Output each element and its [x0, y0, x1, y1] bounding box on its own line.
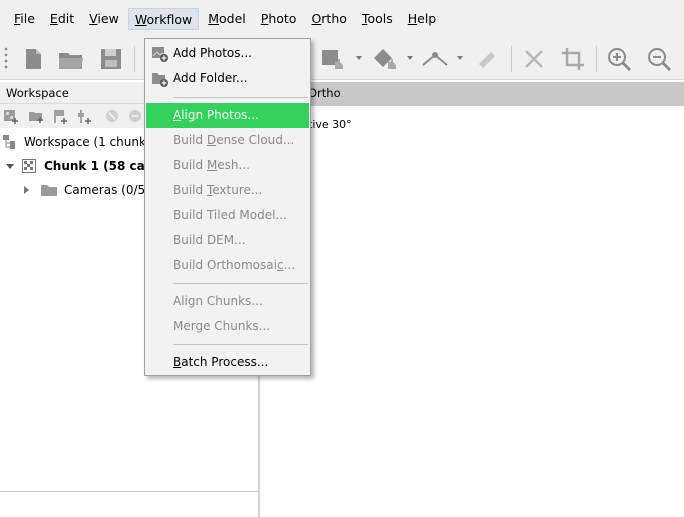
workflow-dropdown-menu: Add Photos... Add Folder... Align Photos…	[144, 38, 311, 376]
menu-item-build-tiled-model[interactable]: Build Tiled Model...	[146, 203, 309, 228]
align-photos-label: lign Photos...	[181, 108, 259, 122]
batch-process-mnemonic: B	[173, 355, 182, 369]
menu-edit-label: dit	[57, 11, 75, 26]
menu-model-label: odel	[219, 11, 246, 26]
build-dem-label: Build DEM...	[173, 233, 246, 247]
main-toolbar	[0, 38, 684, 80]
build-dense-cloud-label-rest: ense Cloud...	[216, 133, 295, 147]
view-tab-bar: Ortho	[260, 82, 684, 106]
shape-select-icon[interactable]	[318, 44, 348, 74]
add-folder-icon	[152, 73, 168, 87]
chevron-down-icon[interactable]	[457, 56, 463, 60]
tab-ortho[interactable]: Ortho	[308, 86, 341, 100]
menu-help-mnemonic: H	[407, 11, 418, 26]
zoom-in-icon[interactable]	[604, 44, 634, 74]
add-marker-icon[interactable]	[52, 108, 68, 124]
view-perspective-label: tive 30°	[308, 118, 352, 131]
menu-workflow-label: orkflow	[146, 12, 193, 27]
chevron-down-icon[interactable]	[407, 56, 413, 60]
menu-view[interactable]: View	[83, 8, 125, 30]
build-orthomosaic-mnemonic: c	[276, 258, 284, 272]
chunk-grid-icon	[22, 159, 36, 173]
add-photos-label: Add Photos...	[173, 46, 252, 60]
align-photos-mnemonic: A	[173, 108, 182, 122]
menu-separator	[173, 97, 308, 98]
menu-workflow[interactable]: Workflow	[127, 8, 200, 30]
build-texture-label-rest: exture...	[212, 183, 263, 197]
menu-item-build-mesh[interactable]: Build Mesh...	[146, 153, 309, 178]
menu-view-label: iew	[97, 11, 119, 26]
new-document-icon[interactable]	[18, 44, 48, 74]
toolbar-separator	[511, 46, 512, 72]
build-orthomosaic-label-rest: ...	[283, 258, 296, 272]
menu-ortho[interactable]: Ortho	[305, 8, 352, 30]
build-mesh-mnemonic: M	[206, 158, 218, 172]
disable-item-icon[interactable]	[104, 108, 120, 124]
menu-tools-label: ools	[367, 11, 393, 26]
menu-photo-label: hoto	[268, 11, 297, 26]
align-chunks-label: Align Chunks...	[173, 294, 263, 308]
menu-edit[interactable]: Edit	[44, 8, 80, 30]
menu-model[interactable]: Model	[202, 8, 252, 30]
zoom-out-icon[interactable]	[644, 44, 674, 74]
menu-bar: File Edit View Workflow Model Photo Orth…	[0, 0, 684, 38]
menu-workflow-mnemonic: W	[134, 12, 147, 27]
build-dense-cloud-label: Build	[173, 133, 207, 147]
ortho-view[interactable]: tive 30°	[260, 106, 684, 517]
build-texture-label: Build	[173, 183, 207, 197]
fill-shape-icon[interactable]	[370, 44, 400, 74]
menu-help[interactable]: Help	[402, 8, 443, 30]
add-folder-label: Add Folder...	[173, 71, 248, 85]
add-scalebar-icon[interactable]	[76, 108, 92, 124]
polyline-draw-icon[interactable]	[420, 44, 450, 74]
merge-chunks-label: Merge Chunks...	[173, 319, 271, 333]
menu-item-build-dem[interactable]: Build DEM...	[146, 228, 309, 253]
save-disk-icon[interactable]	[96, 44, 126, 74]
menu-ortho-label: rtho	[321, 11, 347, 26]
menu-help-label: elp	[417, 11, 437, 26]
chevron-down-icon[interactable]	[356, 56, 362, 60]
build-dense-cloud-mnemonic: D	[206, 133, 217, 147]
menu-item-build-orthomosaic[interactable]: Build Orthomosaic...	[146, 253, 309, 278]
menu-item-merge-chunks[interactable]: Merge Chunks...	[146, 314, 309, 339]
delete-x-icon[interactable]	[519, 44, 549, 74]
toolbar-separator	[596, 46, 597, 72]
menu-model-mnemonic: M	[208, 11, 220, 26]
menu-tools[interactable]: Tools	[356, 8, 399, 30]
menu-photo[interactable]: Photo	[255, 8, 303, 30]
menu-separator	[173, 283, 308, 284]
menu-file-label: ile	[20, 11, 35, 26]
menu-edit-mnemonic: E	[49, 11, 58, 26]
expand-arrow-right-icon[interactable]	[24, 186, 29, 194]
add-photos-folder-icon[interactable]	[28, 108, 44, 124]
menu-item-batch-process[interactable]: Batch Process...	[146, 350, 309, 375]
toolbar-separator	[134, 46, 135, 72]
expand-arrow-down-icon[interactable]	[6, 164, 14, 169]
batch-process-label: atch Process...	[181, 355, 269, 369]
open-folder-icon[interactable]	[56, 44, 86, 74]
folder-icon	[41, 185, 57, 196]
menu-item-build-dense-cloud[interactable]: Build Dense Cloud...	[146, 128, 309, 153]
build-mesh-label-rest: esh...	[217, 158, 250, 172]
menu-item-add-folder[interactable]: Add Folder...	[146, 66, 309, 91]
ruler-icon[interactable]	[472, 44, 502, 74]
menu-item-add-photos[interactable]: Add Photos...	[146, 41, 309, 66]
remove-item-icon[interactable]	[127, 108, 143, 124]
add-chunk-icon[interactable]	[3, 108, 19, 124]
build-tiled-model-label: Build Tiled Model...	[173, 208, 287, 222]
menu-ortho-mnemonic: O	[311, 11, 322, 26]
panel-divider	[0, 491, 258, 492]
workspace-tree-icon	[3, 135, 15, 149]
toolbar-grip-handle[interactable]	[4, 46, 8, 72]
menu-separator	[173, 344, 308, 345]
build-orthomosaic-label: Build Orthomosai	[173, 258, 277, 272]
menu-file[interactable]: File	[8, 8, 41, 30]
build-mesh-label: Build	[173, 158, 207, 172]
crop-icon[interactable]	[558, 44, 588, 74]
menu-item-build-texture[interactable]: Build Texture...	[146, 178, 309, 203]
menu-item-align-photos[interactable]: Align Photos...	[146, 103, 309, 128]
menu-item-align-chunks[interactable]: Align Chunks...	[146, 289, 309, 314]
add-photos-icon	[152, 47, 168, 62]
